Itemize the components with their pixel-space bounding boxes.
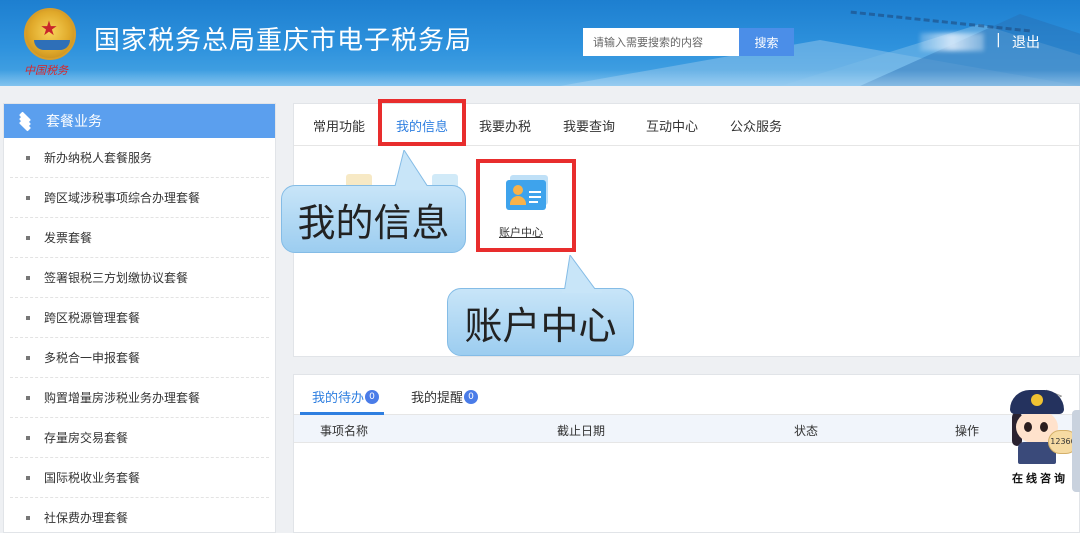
online-consult-label: 在线咨询	[1012, 472, 1068, 485]
todo-count-badge: 0	[365, 389, 380, 404]
tab-tax-handling[interactable]: 我要办税	[479, 116, 531, 135]
callout-my-info-text: 我的信息	[297, 200, 450, 245]
sidebar-item-label: 跨区域涉税事项综合办理套餐	[44, 191, 201, 205]
sidebar-item[interactable]: 社保费办理套餐	[10, 498, 269, 533]
bullet-icon	[26, 275, 30, 280]
bullet-icon	[26, 315, 30, 320]
mascot-eye	[1024, 422, 1032, 432]
sidebar-item-label: 新办纳税人套餐服务	[44, 151, 153, 165]
bullet-icon	[26, 235, 30, 240]
bullet-icon	[26, 515, 30, 520]
sidebar-list: 新办纳税人套餐服务 跨区域涉税事项综合办理套餐 发票套餐 签署银税三方划缴协议套…	[4, 138, 275, 533]
emblem-text: 中国税务	[24, 64, 68, 77]
search-button[interactable]: 搜索	[739, 28, 794, 56]
sidebar-item-label: 跨区税源管理套餐	[44, 311, 141, 325]
sidebar-item[interactable]: 跨区域涉税事项综合办理套餐	[10, 178, 269, 218]
sidebar-item-label: 存量房交易套餐	[44, 431, 129, 445]
search-input[interactable]	[583, 28, 739, 56]
sidebar-item-label: 国际税收业务套餐	[44, 471, 141, 485]
sidebar-item-label: 签署银税三方划缴协议套餐	[44, 271, 189, 285]
callout-account-center: 账户中心	[447, 255, 634, 356]
separator: |	[996, 32, 1001, 48]
side-scroll-handle[interactable]	[1072, 410, 1080, 492]
sidebar-item-label: 社保费办理套餐	[44, 511, 129, 525]
emblem-base	[34, 40, 70, 50]
header-banner: ★ 中国税务 国家税务总局重庆市电子税务局 搜索 | 退出	[0, 0, 1080, 86]
column-header-deadline: 截止日期	[557, 424, 606, 438]
sidebar: 套餐业务 新办纳税人套餐服务 跨区域涉税事项综合办理套餐 发票套餐 签署银税三方…	[3, 103, 276, 533]
sidebar-item[interactable]: 国际税收业务套餐	[10, 458, 269, 498]
tax-emblem-logo: ★	[24, 8, 76, 60]
bullet-icon	[26, 475, 30, 480]
callout-tail	[562, 255, 602, 293]
tab-public-services[interactable]: 公众服务	[730, 116, 782, 135]
bullet-icon	[26, 395, 30, 400]
column-header-status: 状态	[794, 424, 819, 438]
bullet-icon	[26, 195, 30, 200]
tab-common-functions[interactable]: 常用功能	[313, 116, 365, 135]
logout-link[interactable]: 退出	[1012, 32, 1040, 52]
column-header-actions: 操作	[955, 424, 980, 438]
column-header-item-name: 事项名称	[320, 424, 369, 438]
highlight-box-my-info	[378, 99, 466, 146]
username-blurred	[920, 33, 984, 51]
tab-interaction-center[interactable]: 互动中心	[646, 116, 698, 135]
hat-badge-icon	[1031, 394, 1043, 406]
mascot-eye	[1040, 422, 1048, 432]
sidebar-heading-label: 套餐业务	[46, 114, 102, 130]
sidebar-item[interactable]: 多税合一申报套餐	[10, 338, 269, 378]
sidebar-item[interactable]: 购置增量房涉税业务办理套餐	[10, 378, 269, 418]
sidebar-heading: 套餐业务	[4, 104, 275, 138]
sidebar-item[interactable]: 跨区税源管理套餐	[10, 298, 269, 338]
callout-my-info: 我的信息	[281, 150, 466, 253]
tab-my-todo-label: 我的待办	[312, 391, 365, 406]
sidebar-item-label: 发票套餐	[44, 231, 93, 245]
bullet-icon	[26, 355, 30, 360]
bullet-icon	[26, 435, 30, 440]
site-title: 国家税务总局重庆市电子税务局	[94, 26, 473, 56]
layers-icon	[18, 111, 32, 132]
bullet-icon	[26, 155, 30, 160]
todo-panel: 我的待办 0 我的提醒 0 更多> 事项名称 截止日期 状态 操作	[293, 374, 1080, 533]
sidebar-item[interactable]: 新办纳税人套餐服务	[10, 138, 269, 178]
reminder-count-badge: 0	[464, 389, 479, 404]
highlight-box-account-center	[476, 159, 576, 252]
tab-my-todo[interactable]: 我的待办 0	[312, 387, 380, 406]
header-fade	[0, 70, 1080, 86]
online-consult-widget[interactable]: 12366 在线咨询	[1004, 384, 1080, 494]
tab-my-reminders-label: 我的提醒	[411, 391, 464, 406]
star-icon: ★	[40, 16, 58, 40]
tab-my-reminders[interactable]: 我的提醒 0	[411, 387, 479, 406]
tab-query[interactable]: 我要查询	[563, 116, 615, 135]
table-header: 事项名称 截止日期 状态 操作	[294, 415, 1080, 443]
sidebar-item-label: 购置增量房涉税业务办理套餐	[44, 391, 201, 405]
bottom-tab-bar: 我的待办 0 我的提醒 0 更多>	[294, 375, 1080, 415]
sidebar-item[interactable]: 存量房交易套餐	[10, 418, 269, 458]
sidebar-item-label: 多税合一申报套餐	[44, 351, 141, 365]
callout-account-center-text: 账户中心	[464, 303, 617, 348]
callout-tail	[392, 150, 434, 190]
sidebar-item[interactable]: 发票套餐	[10, 218, 269, 258]
sidebar-item[interactable]: 签署银税三方划缴协议套餐	[10, 258, 269, 298]
